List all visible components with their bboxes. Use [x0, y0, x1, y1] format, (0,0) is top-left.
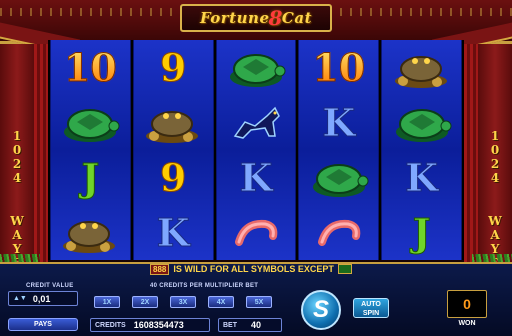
credit-value-stepper-icon[interactable]: ▲▼: [13, 295, 27, 302]
toad-icon: [55, 208, 125, 258]
card-symbol: K: [387, 153, 457, 203]
bet-display: BET 40: [218, 318, 282, 332]
turtle-icon: [221, 43, 291, 93]
auto-spin-line2: SPIN: [362, 310, 380, 317]
reel-2: 9 9 K: [132, 40, 214, 260]
card-symbol-text: K: [239, 154, 273, 200]
credits-display: CREDITS 1608354473: [90, 318, 210, 332]
card-symbol-text: K: [322, 99, 356, 145]
ways-number-right: 1024: [488, 129, 502, 185]
card-symbol: 9: [138, 43, 208, 93]
card-symbol: 10: [55, 43, 125, 93]
scatter-icon: [337, 264, 352, 274]
curtain-left: [34, 44, 48, 264]
card-symbol-text: K: [405, 154, 439, 200]
fish-icon: [304, 208, 374, 258]
pays-button[interactable]: PAYS: [8, 318, 78, 331]
slot-game: 1024 WAYS 1024 WAYS 10 J 9 9 K K 10 K K J Fortune…: [0, 0, 512, 336]
credit-value-field[interactable]: ▲▼ 0,01: [8, 291, 78, 306]
card-symbol-text: 9: [159, 154, 187, 200]
card-symbol: 9: [138, 153, 208, 203]
fish-icon: [221, 208, 291, 258]
spin-button[interactable]: S: [301, 290, 341, 330]
turtle-icon: [387, 98, 457, 148]
reel-4: 10 K: [298, 40, 380, 260]
card-symbol-text: 10: [63, 44, 117, 90]
card-symbol-text: 9: [159, 44, 187, 90]
reel-area: 10 J 9 9 K K 10 K K J: [48, 40, 464, 260]
wild-banner: 888 IS WILD FOR ALL SYMBOLS EXCEPT: [150, 262, 370, 276]
credits-value: 1608354473: [133, 320, 184, 330]
turtle-icon: [304, 153, 374, 203]
curtain-right: [464, 44, 478, 264]
won-label: WON: [458, 320, 476, 327]
wild-badge: 888: [150, 263, 170, 275]
multiplier-3x-button[interactable]: 3X: [170, 296, 196, 308]
auto-spin-button[interactable]: AUTO SPIN: [353, 298, 389, 318]
turtle-icon: [55, 98, 125, 148]
multiplier-4x-button[interactable]: 4X: [208, 296, 234, 308]
multiplier-2x-button[interactable]: 2X: [132, 296, 158, 308]
pillar-left: 1024 WAYS: [0, 44, 34, 270]
bet-label: BET: [223, 321, 237, 329]
card-symbol: 10: [304, 43, 374, 93]
toad-icon: [387, 43, 457, 93]
multiplier-5x-button[interactable]: 5X: [246, 296, 272, 308]
card-symbol: K: [221, 153, 291, 203]
card-symbol-text: K: [156, 209, 190, 255]
logo-eight: 8: [268, 6, 283, 30]
card-symbol-text: J: [412, 209, 431, 255]
logo-word-cat: Cat: [281, 9, 313, 27]
credits-label: CREDITS: [95, 321, 126, 329]
pillar-right: 1024 WAYS: [478, 44, 512, 270]
wild-text: IS WILD FOR ALL SYMBOLS EXCEPT: [173, 264, 334, 274]
card-symbol: J: [55, 153, 125, 203]
multiplier-label: 40 CREDITS PER MULTIPLIER BET: [150, 283, 259, 289]
credit-value: 0,01: [32, 293, 51, 304]
reel-5: KJ: [381, 40, 462, 260]
reel-1: 10 J: [50, 40, 131, 260]
card-symbol: K: [304, 98, 374, 148]
auto-spin-line1: AUTO: [361, 301, 381, 308]
card-symbol-text: 10: [312, 44, 366, 90]
cat-icon: [221, 98, 291, 148]
bet-value: 40: [251, 320, 262, 330]
multiplier-1x-button[interactable]: 1X: [94, 296, 120, 308]
spin-icon: S: [312, 296, 329, 323]
card-symbol: J: [387, 208, 457, 258]
game-logo: Fortune 8 Cat: [180, 4, 332, 32]
ways-number: 1024: [10, 129, 24, 185]
credit-value-label: CREDIT VALUE: [26, 283, 74, 289]
logo-word-fortune: Fortune: [199, 9, 270, 27]
card-symbol-text: J: [81, 154, 100, 200]
card-symbol: K: [138, 208, 208, 258]
toad-icon: [138, 98, 208, 148]
won-display: 0: [447, 290, 487, 318]
reel-3: K: [215, 40, 297, 260]
